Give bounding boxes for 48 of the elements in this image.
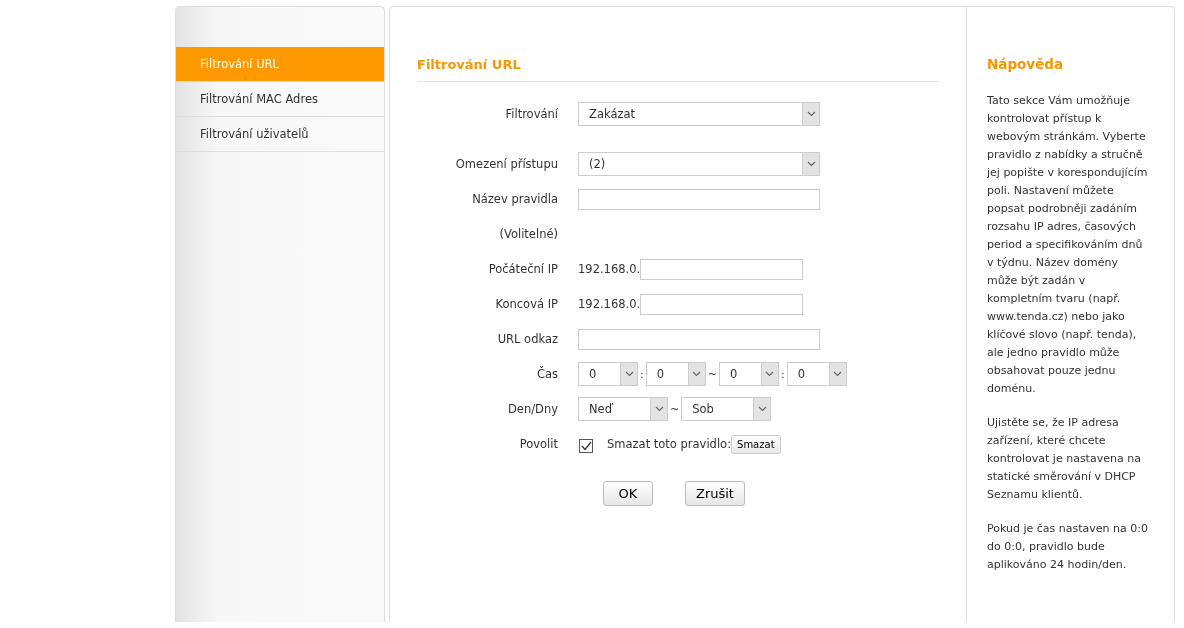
help-text: Tato sekce Vám umožňuje kontrolovat přístup k webovým stránkám. Vyberte pravidlo z nabídky a stručně jej popište v korespondujícím poli. Nastavení můžete popsat podrobněji zadáním rozsahu IP adres, časových period a specifikováním dnů v týdnu. Název domény může být zadán v kompletním tvaru (např. www.tenda.cz) nebo jako klíčové slovo (např. tenda), ale jedno pravidlo může obsahovat pouze jednu doménu. [987, 93, 1148, 397]
checkbox[interactable] [579, 439, 593, 453]
caret-icon [753, 398, 771, 420]
field-label: Čas [535, 367, 558, 381]
field-label: Filtrování [504, 107, 558, 121]
dropdown[interactable]: 0 [645, 362, 706, 386]
caret-icon [802, 103, 819, 125]
field-label: Koncová IP [494, 297, 558, 311]
dropdown[interactable]: Neď [578, 397, 668, 421]
field-label: Počáteční IP [487, 262, 558, 276]
dropdown[interactable]: (2) [578, 152, 820, 176]
dropdown[interactable]: 0 [718, 362, 779, 386]
separator: : [639, 367, 645, 381]
input-field[interactable] [640, 293, 804, 315]
separator: ~ [669, 402, 681, 416]
help-text: Ujistěte se, že IP adresa zařízení, které chcete kontrolovat je nastavena na statické směrování v DHCP Seznamu klientů. [987, 415, 1142, 503]
ip-prefix: 192.168.0. [578, 297, 641, 311]
field-label: URL odkaz [496, 332, 558, 346]
dropdown[interactable]: 0 [786, 362, 847, 386]
caret-icon [687, 363, 705, 385]
delete-button[interactable]: Smazat [731, 434, 781, 454]
delete-rule-label: Smazat toto pravidlo: [607, 437, 732, 451]
section-title: Filtrování URL [417, 57, 939, 82]
caret-icon [620, 363, 637, 385]
field-label: Den/Dny [506, 402, 558, 416]
separator: : [779, 367, 786, 381]
caret-icon [828, 363, 846, 385]
field-note: (Volitelné) [498, 227, 558, 241]
dropdown[interactable]: 0 [578, 362, 638, 386]
sidebar-item[interactable]: Filtrování uživatelů [176, 117, 384, 152]
ip-prefix: 192.168.0. [578, 262, 641, 276]
input-field[interactable] [578, 188, 820, 210]
help-text: Pokud je čas nastaven na 0:0 do 0:0, pravidlo bude aplikováno 24 hodin/den. [987, 521, 1148, 573]
caret-icon [760, 363, 778, 385]
field-label: Povolit [518, 437, 558, 451]
field-label: Omezení přístupu [454, 157, 558, 171]
form-button[interactable]: OK [603, 481, 653, 506]
sidebar-item[interactable]: Filtrování MAC Adres [176, 82, 384, 117]
caret-icon [650, 398, 667, 420]
caret-icon [802, 153, 819, 175]
form-button[interactable]: Zrušit [685, 481, 745, 506]
help-title: Nápověda [987, 56, 1065, 72]
separator: ~ [706, 367, 718, 381]
dropdown[interactable]: Zakázat [578, 102, 820, 126]
dropdown[interactable]: Sob [681, 397, 772, 421]
input-field[interactable] [578, 328, 820, 350]
input-field[interactable] [640, 258, 804, 280]
field-label: Název pravidla [471, 192, 558, 206]
